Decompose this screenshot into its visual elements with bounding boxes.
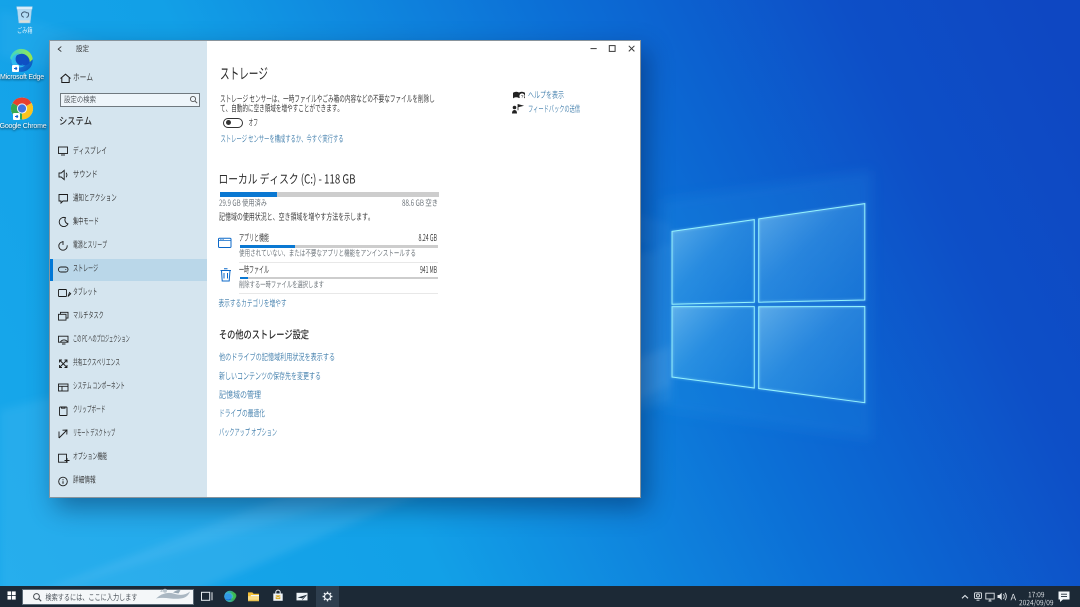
svg-text:?: ? — [521, 94, 524, 99]
